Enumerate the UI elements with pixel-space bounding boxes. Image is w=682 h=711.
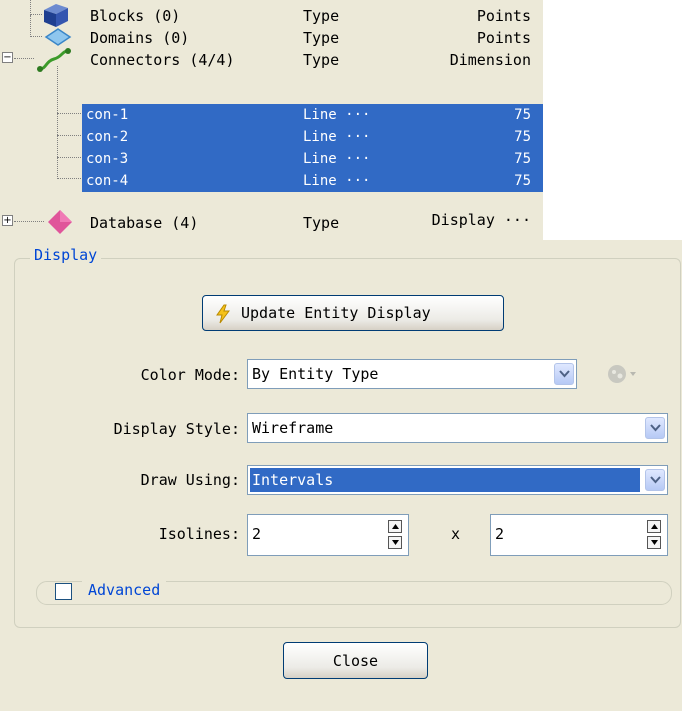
tree-row-type: Type — [303, 29, 340, 47]
spin-down-icon[interactable] — [388, 536, 402, 549]
tree-row-label: Connectors (4/4) — [90, 51, 235, 69]
color-mode-value: By Entity Type — [252, 365, 379, 383]
domain-icon — [44, 28, 72, 46]
chevron-down-icon[interactable] — [645, 469, 665, 491]
tree-row-type: Type — [303, 7, 340, 25]
draw-using-select[interactable]: Intervals — [247, 465, 668, 495]
group-title: Display — [30, 246, 102, 264]
display-panel: Display Update Entity Display Color Mode… — [0, 240, 682, 711]
close-button[interactable]: Close — [283, 642, 428, 679]
connector-row[interactable]: con-2 Line ··· 75 — [82, 126, 543, 148]
tree-row-type: Type — [303, 214, 340, 232]
advanced-label[interactable]: Advanced — [82, 581, 167, 599]
connector-name: con-1 — [86, 107, 129, 123]
tree-row-extra: Dimension — [449, 51, 531, 69]
entity-tree: Blocks (0) Type Points Domains (0) Type … — [0, 0, 543, 240]
tree-row-extra: Points — [476, 29, 531, 47]
isolines-v-value: 2 — [495, 525, 505, 543]
connector-dimension: 75 — [514, 129, 531, 145]
isolines-u-value: 2 — [252, 525, 262, 543]
isolines-v-input[interactable]: 2 — [490, 514, 668, 556]
draw-using-label: Draw Using: — [140, 471, 240, 489]
close-button-label: Close — [332, 652, 379, 670]
tree-row-blocks[interactable]: Blocks (0) Type Points — [0, 4, 543, 27]
tree-row-extra: Points — [476, 7, 531, 25]
chevron-down-icon[interactable] — [554, 363, 574, 385]
tree-row-domains[interactable]: Domains (0) Type Points — [0, 27, 543, 49]
tree-row-type: Type — [303, 51, 340, 69]
connector-type: Line ··· — [303, 129, 371, 145]
isolines-separator: x — [451, 525, 461, 543]
spin-up-icon[interactable] — [647, 520, 661, 533]
isolines-label: Isolines: — [158, 525, 240, 543]
update-button-label: Update Entity Display — [241, 304, 431, 322]
connector-row[interactable]: con-3 Line ··· 75 — [82, 148, 543, 170]
tree-row-connectors[interactable]: Connectors (4/4) Type Dimension — [0, 48, 543, 72]
connector-row[interactable]: con-4 Line ··· 75 — [82, 170, 543, 192]
connector-dimension: 75 — [514, 107, 531, 123]
connector-type: Line ··· — [303, 173, 371, 189]
connector-type: Line ··· — [303, 107, 371, 123]
tree-row-extra[interactable]: Display ··· — [432, 211, 531, 229]
chevron-down-icon[interactable] — [645, 417, 665, 439]
connector-dimension: 75 — [514, 173, 531, 189]
color-mode-select[interactable]: By Entity Type — [247, 359, 577, 389]
display-style-value: Wireframe — [252, 419, 334, 437]
connector-name: con-2 — [86, 129, 129, 145]
color-wheel-icon[interactable] — [606, 363, 640, 385]
connector-name: con-4 — [86, 173, 129, 189]
display-style-select[interactable]: Wireframe — [247, 413, 668, 443]
color-mode-label: Color Mode: — [140, 366, 240, 384]
connector-icon — [37, 48, 71, 72]
tree-row-label: Blocks (0) — [90, 7, 181, 25]
tree-row-label: Domains (0) — [90, 29, 190, 47]
connector-type: Line ··· — [303, 151, 371, 167]
isolines-u-input[interactable]: 2 — [247, 514, 409, 556]
advanced-checkbox[interactable] — [55, 583, 72, 600]
display-style-label: Display Style: — [113, 420, 240, 438]
spin-down-icon[interactable] — [647, 536, 661, 549]
lightning-icon — [216, 304, 230, 324]
connector-name: con-3 — [86, 151, 129, 167]
update-entity-display-button[interactable]: Update Entity Display — [202, 295, 504, 331]
tree-row-label: Database (4) — [90, 214, 199, 232]
spin-up-icon[interactable] — [388, 520, 402, 533]
block-icon — [44, 4, 68, 27]
tree-row-database[interactable]: Database (4) Type Display ··· — [0, 210, 543, 234]
connector-dimension: 75 — [514, 151, 531, 167]
database-icon — [48, 210, 72, 234]
connector-row[interactable]: con-1 Line ··· 75 — [82, 104, 543, 126]
draw-using-value: Intervals — [250, 468, 640, 492]
